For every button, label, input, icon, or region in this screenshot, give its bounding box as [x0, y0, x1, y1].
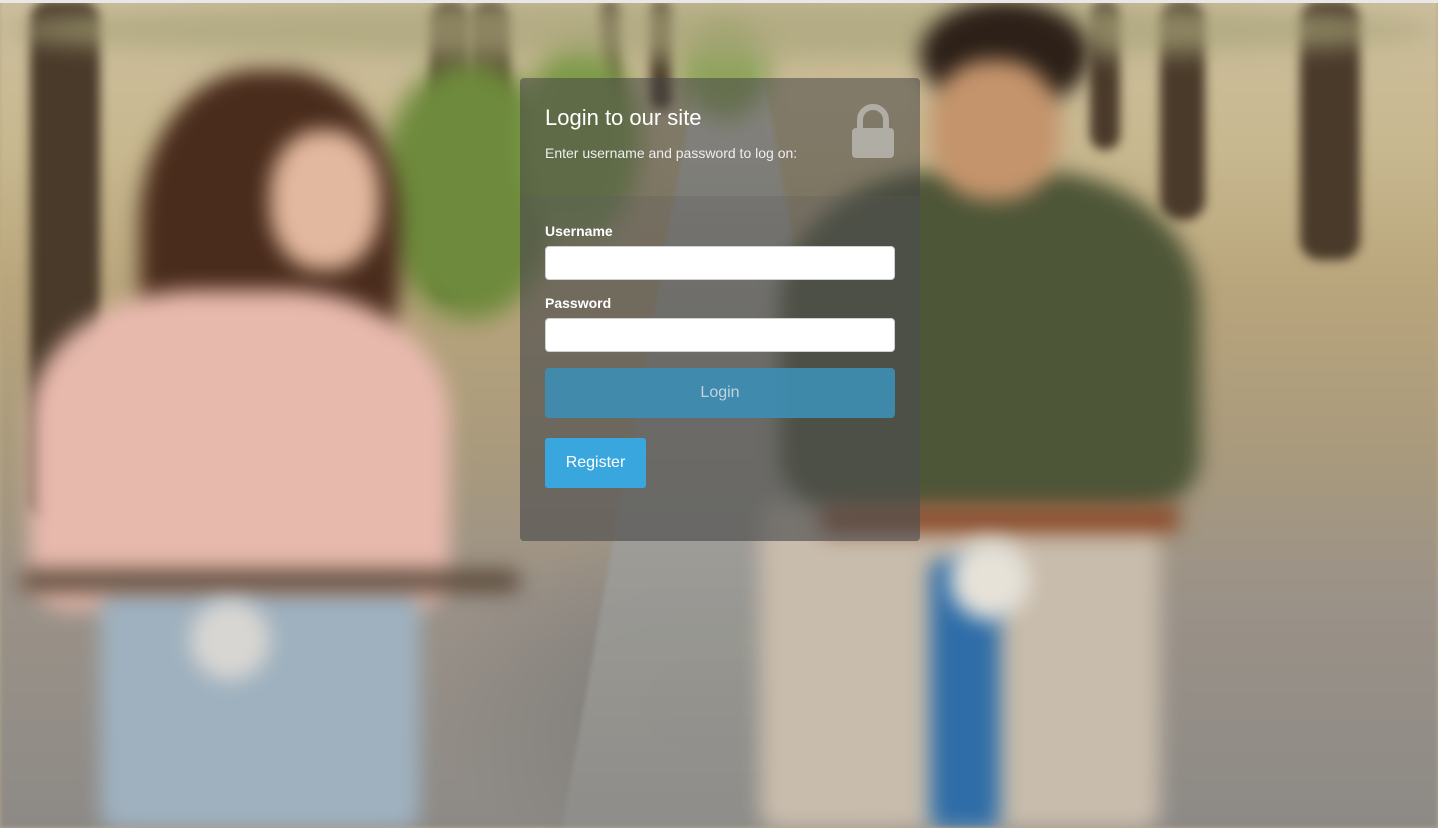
username-label: Username [545, 223, 613, 239]
password-group: Password [545, 294, 895, 352]
login-header: Login to our site Enter username and pas… [520, 78, 920, 196]
password-input[interactable] [545, 318, 895, 352]
password-label: Password [545, 295, 612, 311]
window-top-edge [0, 0, 1438, 3]
username-input[interactable] [545, 246, 895, 280]
login-form: Username Password Login Register [520, 196, 920, 541]
login-button[interactable]: Login [545, 368, 895, 418]
login-subtitle: Enter username and password to log on: [545, 145, 798, 161]
register-button[interactable]: Register [545, 438, 646, 488]
login-panel: Login to our site Enter username and pas… [520, 78, 920, 541]
username-group: Username [545, 222, 895, 280]
login-title: Login to our site [545, 105, 702, 130]
lock-icon [852, 104, 894, 158]
